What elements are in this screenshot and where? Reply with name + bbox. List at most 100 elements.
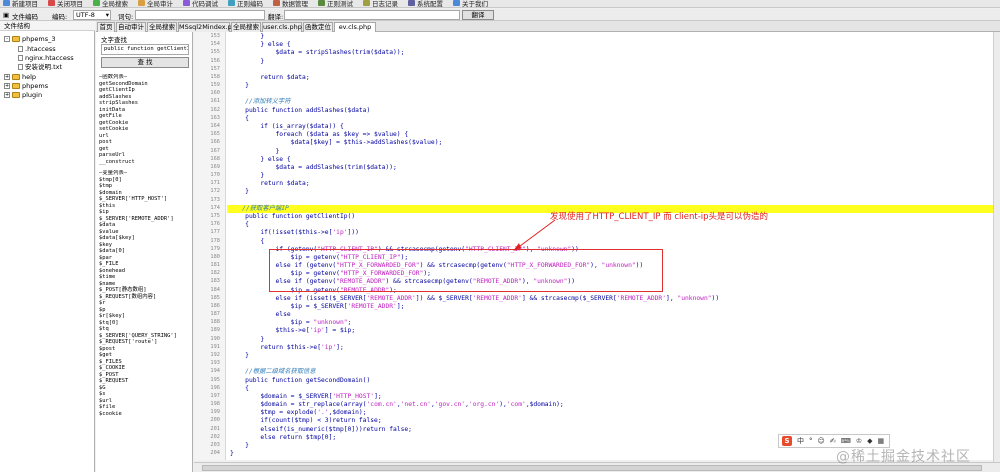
toolbar-button-3[interactable]: 全局审计 [138,0,173,7]
toolbar-button-1[interactable]: 关闭项目 [48,0,83,7]
tray-icon[interactable]: ° [809,437,813,445]
search-button[interactable]: 查 找 [101,57,189,68]
line-number: 155 [210,49,220,56]
tree-node[interactable]: nginx.htaccess [18,54,74,62]
search-input[interactable]: public function getClientIp( [101,44,189,55]
tray-icon[interactable]: 中 [797,436,804,446]
word-input[interactable] [135,10,265,20]
toolbar-button-7[interactable]: 正则测试 [318,0,353,7]
code-editor[interactable]: 153 154 155 156 157 158 159 160 161 162 163 164 165 1… [194,32,1000,460]
tray-icon[interactable]: ✍ [830,437,836,445]
toolbar-button-0[interactable]: 新建项目 [3,0,38,7]
code-line: $data = addSlashes(trim($data)); [230,164,396,172]
expand-icon[interactable]: + [4,83,10,89]
collapse-icon[interactable]: - [4,36,10,42]
code-line: $this->e['ip'] = $ip; [230,327,355,335]
toolbar-button-5[interactable]: 正则编码 [228,0,263,7]
code-text: } [230,57,265,65]
tree-node[interactable]: 安装说明.txt [18,63,62,71]
code-text: } [230,442,249,449]
line-number: 182 [210,270,220,277]
code-text: if(count($tmp) < 3)return false; [230,417,382,425]
tab-6[interactable]: 函数定位 [303,22,333,32]
tree-node[interactable]: + phpems [4,82,48,90]
expand-icon[interactable]: + [4,92,10,98]
toolbar-button-9[interactable]: 系统配置 [408,0,443,7]
encoding-select[interactable]: UTF-8 ▾ [73,10,111,20]
line-number: 165 [210,131,220,138]
sogou-logo-icon[interactable]: S [782,436,792,446]
tray-icon[interactable]: ⌨ [841,437,851,445]
line-number: 193 [210,360,220,367]
translate-input[interactable] [284,10,460,20]
line-number: 188 [210,319,220,326]
tray-icon[interactable]: ♔ [856,437,862,445]
code-text: else if (isset($_SERVER['REMOTE_ADDR']) … [230,294,720,302]
toolbar-icon [363,0,370,6]
toolbar-button-10[interactable]: 关于我们 [453,0,488,7]
toolbar-button-label: 关闭项目 [57,0,83,8]
tree-node[interactable]: + plugin [4,91,42,99]
line-number: 200 [210,417,220,424]
encoding-label: 编码: [52,13,68,21]
toolbar-button-6[interactable]: 数据管理 [273,0,308,7]
code-text: else [230,311,291,319]
secondary-toolbar: ▣ 文件编码 编码: UTF-8 ▾ 词句: 翻译: 翻译 [0,9,1000,21]
tree-node-label: 安装说明.txt [25,63,63,71]
toolbar-button-2[interactable]: 全局搜索 [93,0,128,7]
code-text: } [230,450,234,458]
tab-2[interactable]: 全局搜索 [147,22,177,32]
tree-header: 文件结构 [0,21,95,31]
expand-icon[interactable]: + [4,74,10,80]
chevron-down-icon: ▾ [105,11,109,19]
code-text: $domain = str_replace(array('com.cn','ne… [230,401,564,409]
tab-1[interactable]: 自动审计 [116,22,146,32]
tab-4[interactable]: 全局搜索 [231,22,261,32]
code-line: { [230,115,249,123]
line-number-gutter: 153 154 155 156 157 158 159 160 161 162 163 164 165 1… [194,32,226,460]
code-line: return $this->e['ip']; [230,343,344,352]
code-text: $tmp = explode('.',$domain); [230,409,367,417]
vertical-scrollbar[interactable] [993,32,1000,462]
tree-node-label: .htaccess [25,45,56,53]
line-number: 178 [210,237,220,244]
list-item[interactable]: $cookie [99,411,191,418]
tab-5[interactable]: user.cls.php [262,22,302,32]
file-structure-icon: ▣ [3,11,10,19]
tree-node-label: nginx.htaccess [25,54,74,62]
line-number: 168 [210,155,220,162]
line-number: 157 [210,65,220,72]
line-number: 160 [210,90,220,97]
line-number: 156 [210,57,220,64]
tree-node[interactable]: .htaccess [18,45,56,53]
line-number: 191 [210,343,220,350]
tray-icon[interactable]: ☺ [818,437,825,445]
tray-icon[interactable]: ▦ [877,437,884,445]
toolbar-button-4[interactable]: 代码调试 [183,0,218,7]
tree-node[interactable]: - phpems_3 [4,35,55,43]
tab-0[interactable]: 首页 [97,22,115,32]
toolbar-button-label: 系统配置 [417,0,443,8]
main-toolbar: 新建项目 关闭项目 全局搜索 全局审计 代码调试 正则编码 数据管理 正则测试 日志记录 系统配置… [0,0,1000,8]
tray-icon[interactable]: ◆ [867,437,872,445]
tab-7[interactable]: ev.cls.php [334,22,376,32]
toolbar-button-8[interactable]: 日志记录 [363,0,398,7]
code-line: //添加转义字符 [230,98,290,106]
list-item[interactable]: __construct [99,159,191,166]
line-number: 202 [210,433,220,440]
tree-node[interactable]: + help [4,73,36,81]
translate-button[interactable]: 翻译 [462,10,494,20]
line-number: 154 [210,41,220,48]
file-icon [18,64,23,70]
line-number: 159 [210,82,220,89]
tab-3[interactable]: MSsql2Mindex.php [178,22,240,32]
toolbar-button-label: 新建项目 [12,0,38,8]
annotation-text: 发现使用了HTTP_CLIENT_IP 而 client-ip头是可以伪造的 [550,212,769,222]
code-text: } [230,188,249,196]
encoding-value: UTF-8 [76,11,95,19]
line-number: 166 [210,139,220,146]
code-line: } [230,442,249,450]
code-text: } [230,147,280,155]
code-text: return $this->e['ip']; [230,343,344,351]
folder-icon [12,83,20,89]
